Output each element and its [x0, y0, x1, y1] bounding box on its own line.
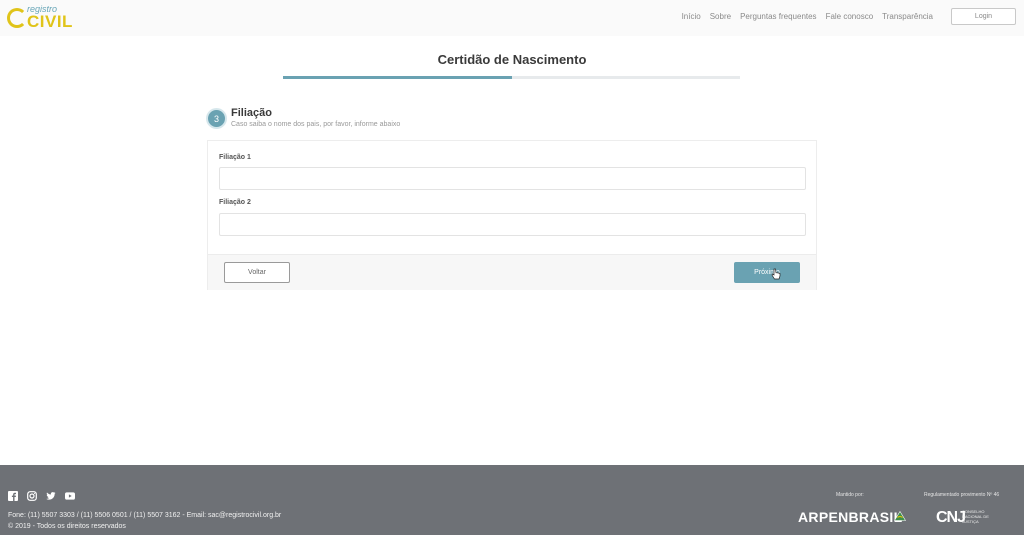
step-title: Filiação — [231, 107, 272, 119]
nav-inicio[interactable]: Início — [682, 12, 701, 21]
registro-civil-logo[interactable]: registro CIVIL — [7, 4, 79, 32]
arpen-brasil-logo[interactable]: ARPENBRASIL — [798, 509, 902, 525]
logo-mark-icon — [7, 8, 27, 28]
arpen-mark-icon — [894, 511, 906, 521]
cnj-logo[interactable]: CNJ — [936, 509, 966, 527]
nav-perguntas-frequentes[interactable]: Perguntas frequentes — [740, 12, 817, 21]
nav-transparencia[interactable]: Transparência — [882, 12, 933, 21]
youtube-icon[interactable] — [65, 491, 75, 501]
step-subtitle: Caso saiba o nome dos pais, por favor, i… — [231, 121, 401, 128]
copyright-text: © 2019 - Todos os direitos reservados — [8, 523, 126, 530]
filiacao-1-label: Filiação 1 — [219, 154, 251, 161]
login-button[interactable]: Login — [951, 8, 1016, 25]
filiacao-2-input[interactable] — [219, 213, 806, 236]
next-button[interactable]: Próximo — [734, 262, 800, 283]
twitter-icon[interactable] — [46, 491, 56, 501]
social-links — [8, 491, 75, 501]
nav-sobre[interactable]: Sobre — [710, 12, 731, 21]
filiacao-form-card: Filiação 1 Filiação 2 Voltar Próximo — [207, 140, 817, 290]
nav-fale-conosco[interactable]: Fale conosco — [826, 12, 874, 21]
site-footer: Fone: (11) 5507 3303 / (11) 5506 0501 / … — [0, 465, 1024, 535]
instagram-icon[interactable] — [27, 491, 37, 501]
progress-fill — [283, 76, 512, 79]
filiacao-2-label: Filiação 2 — [219, 199, 251, 206]
top-header: registro CIVIL Início Sobre Perguntas fr… — [0, 0, 1024, 36]
cnj-subtitle: CONSELHO NACIONAL DE JUSTIÇA — [962, 509, 989, 524]
logo-main-text: CIVIL — [27, 12, 73, 31]
filiacao-1-input[interactable] — [219, 167, 806, 190]
form-footer: Voltar Próximo — [208, 254, 816, 290]
main-nav: Início Sobre Perguntas frequentes Fale c… — [673, 12, 933, 21]
mantido-label: Mantido por: — [836, 492, 864, 498]
step-number-badge: 3 — [206, 108, 227, 129]
progress-bar — [283, 76, 740, 79]
hand-cursor-icon — [771, 268, 781, 280]
regulamentado-label: Regulamentado provimento Nº 46 — [924, 492, 1000, 498]
contact-info: Fone: (11) 5507 3303 / (11) 5506 0501 / … — [8, 512, 282, 519]
page-title: Certidão de Nascimento — [437, 52, 587, 67]
back-button[interactable]: Voltar — [224, 262, 290, 283]
facebook-icon[interactable] — [8, 491, 18, 501]
